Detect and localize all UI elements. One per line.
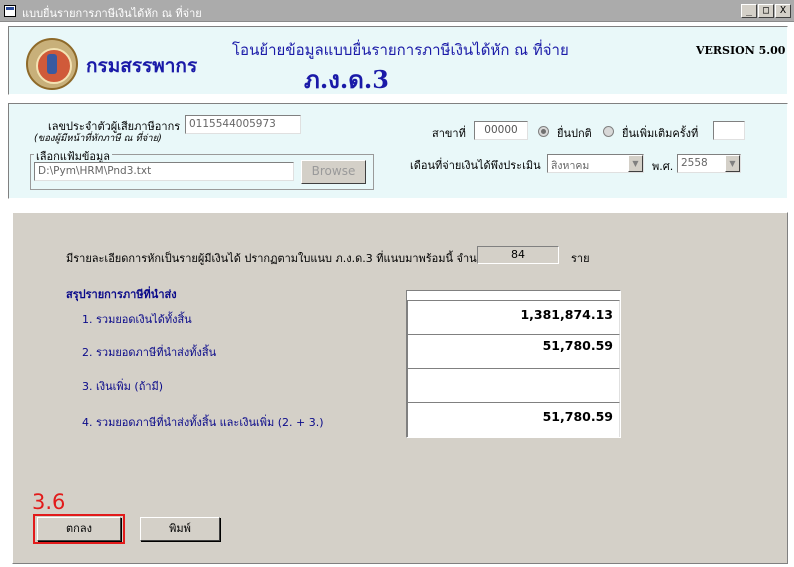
month-select[interactable]: สิงหาคม ▼ [547, 154, 644, 173]
total-tax-value: 51,780.59 [407, 334, 620, 368]
print-button[interactable]: พิมพ์ [140, 517, 220, 541]
chevron-down-icon[interactable]: ▼ [725, 155, 740, 172]
summary-row-label: 2. รวมยอดภาษีที่นำส่งทั้งสิ้น [82, 346, 217, 359]
branch-field[interactable]: 00000 [474, 121, 528, 140]
step-annotation-highlight [33, 514, 125, 544]
page-title: โอนย้ายข้อมูลแบบยื่นรายการภาษีเงินได้หัก… [232, 41, 569, 59]
grand-total-value: 51,780.59 [407, 402, 620, 437]
department-name: กรมสรรพากร [86, 55, 198, 77]
tax-id-field[interactable]: 0115544005973 [185, 115, 301, 134]
browse-button[interactable]: Browse [301, 160, 366, 184]
chevron-down-icon[interactable]: ▼ [628, 155, 643, 172]
detail-text: มีรายละเอียดการหักเป็นรายผู้มีเงินได้ ปร… [66, 252, 498, 265]
tax-id-sublabel: (ของผู้มีหน้าที่หักภาษี ณ ที่จ่าย) [34, 133, 162, 144]
minimize-button[interactable]: _ [741, 4, 757, 18]
radio-additional-label: ยื่นเพิ่มเติมครั้งที่ [622, 127, 699, 140]
year-select[interactable]: 2558 ▼ [677, 154, 741, 173]
surcharge-value [407, 368, 620, 402]
summary-row-label: 1. รวมยอดเงินได้ทั้งสิ้น [82, 313, 192, 326]
branch-label: สาขาที่ [432, 127, 466, 140]
file-path-field[interactable]: D:\Pym\HRM\Pnd3.txt [34, 162, 294, 181]
window-title: แบบยื่นรายการภาษีเงินได้หัก ณ ที่จ่าย [22, 7, 202, 20]
maximize-button[interactable]: □ [758, 4, 774, 18]
summary-row-label: 3. เงินเพิ่ม (ถ้ามี) [82, 380, 164, 393]
total-income-value: 1,381,874.13 [407, 300, 620, 334]
summary-title: สรุปรายการภาษีที่นำส่ง [66, 288, 177, 301]
radio-normal-label: ยื่นปกติ [557, 127, 592, 140]
close-button[interactable]: X [775, 4, 791, 18]
summary-row-label: 4. รวมยอดภาษีที่นำส่งทั้งสิ้น และเงินเพิ… [82, 416, 324, 429]
month-select-value: สิงหาคม [551, 160, 590, 172]
version-label: VERSION 5.00 [696, 44, 786, 57]
payment-month-label: เดือนที่จ่ายเงินได้พึงประเมิน [410, 159, 541, 172]
step-annotation-label: 3.6 [32, 490, 66, 514]
record-count: 84 [477, 246, 559, 264]
additional-count-field[interactable] [713, 121, 745, 140]
form-code: ภ.ง.ด.3 [304, 65, 389, 94]
radio-additional[interactable] [603, 126, 614, 137]
count-unit: ราย [571, 252, 590, 265]
radio-normal[interactable] [538, 126, 549, 137]
revenue-department-seal-icon [26, 38, 78, 90]
year-label: พ.ศ. [652, 160, 674, 173]
window-icon[interactable] [4, 5, 16, 17]
year-select-value: 2558 [681, 157, 708, 169]
title-bar: แบบยื่นรายการภาษีเงินได้หัก ณ ที่จ่าย _ … [0, 0, 794, 22]
